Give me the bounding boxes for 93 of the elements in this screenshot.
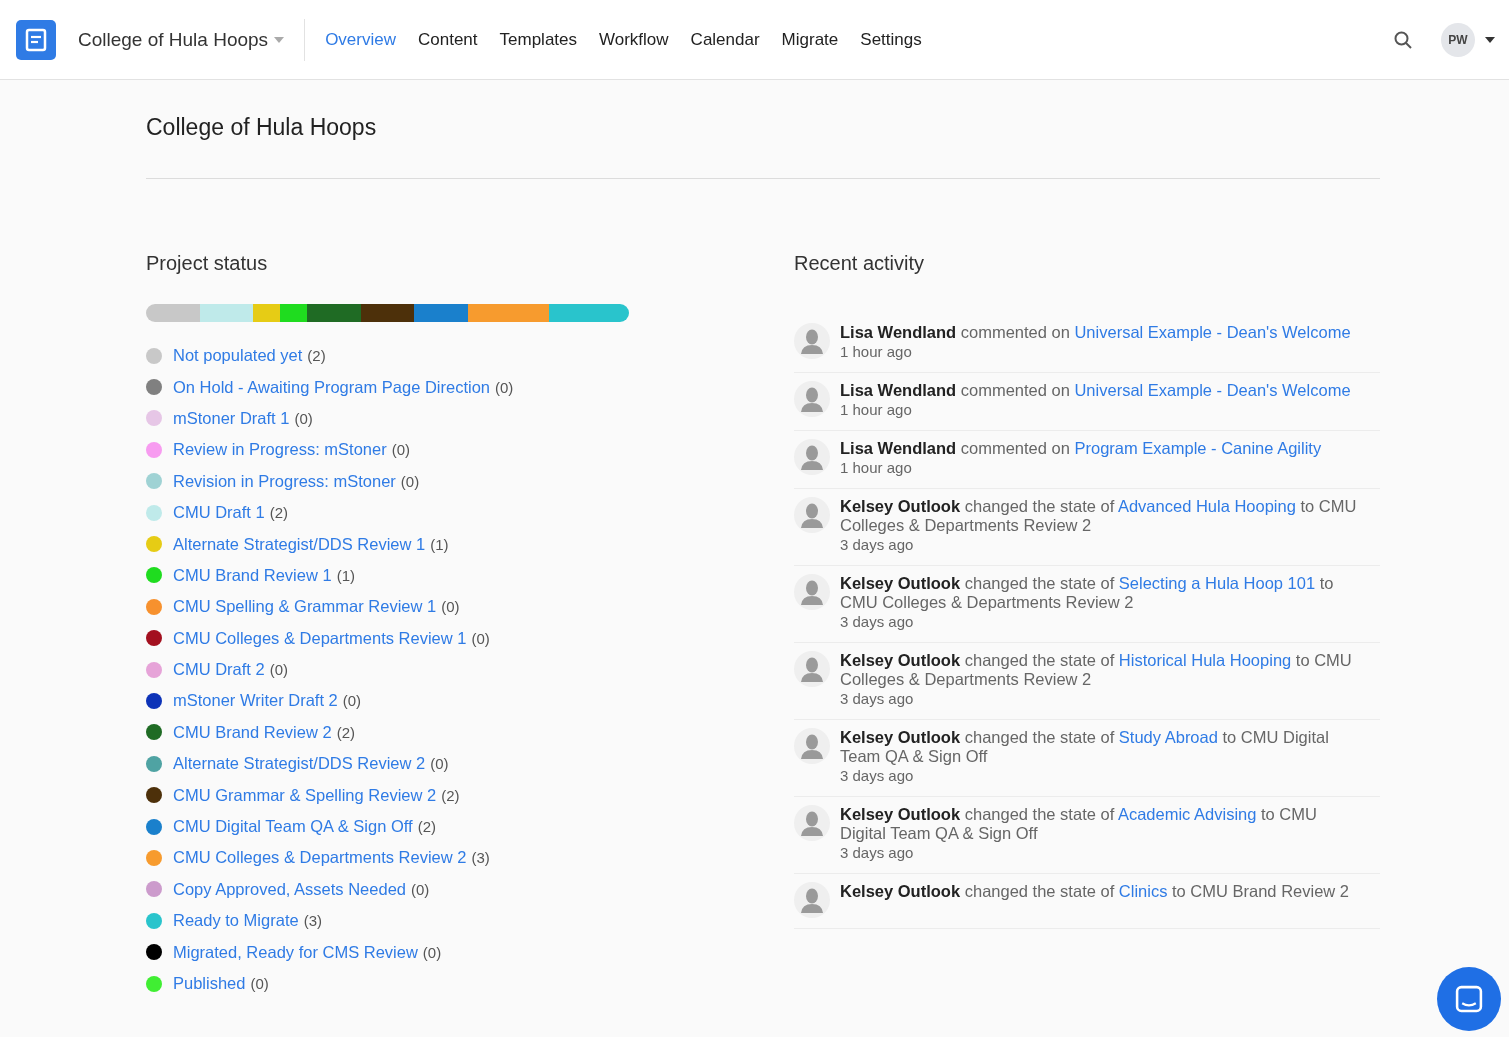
activity-text: Kelsey Outlook changed the state of Advanced Hula Hooping to CMU Colleges & Departments Review 2 [840,497,1358,535]
user-avatar-icon [794,497,830,533]
status-count: (0) [441,598,460,616]
content-link[interactable]: Advanced Hula Hooping [1117,497,1296,515]
status-link[interactable]: CMU Brand Review 1 [173,565,332,585]
app-logo-icon[interactable] [16,19,56,60]
status-count: (0) [411,880,430,898]
activity-text: Kelsey Outlook changed the state of Clinics to CMU Brand Review 2 [840,882,1350,901]
status-link[interactable]: mStoner Draft 1 [173,408,290,428]
status-count: (0) [250,975,269,992]
activity-text: Lisa Wendland commented on Universal Example - Dean's Welcome [840,323,1352,342]
status-link[interactable]: CMU Grammar & Spelling Review 2 [173,785,437,805]
status-link[interactable]: mStoner Writer Draft 2 [173,691,338,711]
site-switcher[interactable]: College of Hula Hoops [78,28,285,51]
status-count: (2) [417,818,436,836]
user-avatar-icon [794,439,830,475]
status-count: (3) [471,849,490,867]
content-link[interactable]: Historical Hula Hooping [1118,651,1292,669]
section-title: Recent activity [794,251,926,276]
nav-tab[interactable]: Content [418,29,478,50]
section-title: Project status [146,251,269,276]
activity-time: 3 days ago [840,535,915,555]
status-link[interactable]: Copy Approved, Assets Needed [173,879,406,899]
status-count: (1) [336,566,355,584]
status-link[interactable]: Not populated yet [173,346,303,366]
content-link[interactable]: Universal Example - Dean's Welcome [1074,381,1351,399]
status-link[interactable]: On Hold - Awaiting Program Page Direction [173,377,490,397]
activity-text: Kelsey Outlook changed the state of Study Abroad to CMU Digital Team QA & Sign Off [840,728,1330,766]
status-link[interactable]: CMU Digital Team QA & Sign Off [173,817,413,837]
status-count: (2) [441,786,460,804]
status-count: (0) [495,378,514,396]
activity-text: Kelsey Outlook changed the state of Selecting a Hula Hoop 101 to CMU Colleges & Departments Review 2 [840,574,1335,612]
status-link[interactable]: Published [173,974,246,993]
search-icon[interactable] [1393,29,1413,50]
activity-text: Lisa Wendland commented on Program Example - Canine Agility [840,439,1323,458]
user-avatar[interactable]: PW [1441,22,1475,57]
status-count: (0) [294,409,313,427]
content-link[interactable]: Clinics [1118,882,1168,900]
user-avatar-icon [794,728,830,764]
activity-time: 3 days ago [840,766,915,786]
content-link[interactable]: Academic Advising [1117,805,1257,823]
content-link[interactable]: Selecting a Hula Hoop 101 [1118,574,1316,592]
activity-time: 1 hour ago [840,400,913,420]
content-link[interactable]: Program Example - Canine Agility [1074,439,1322,457]
nav-tab[interactable]: Overview [325,29,396,50]
status-count: (0) [471,629,490,647]
status-count: (0) [342,692,362,710]
nav-tab[interactable]: Settings [860,29,922,50]
status-link[interactable]: CMU Draft 1 [173,503,265,523]
caret-icon[interactable] [1485,36,1495,43]
activity-text: Kelsey Outlook changed the state of Academic Advising to CMU Digital Team QA & Sign Off [840,805,1318,843]
nav-tab[interactable]: Workflow [599,29,669,50]
status-count: (0) [269,661,289,679]
user-avatar-icon [794,381,830,417]
nav-tab[interactable]: Templates [499,29,577,50]
user-avatar-icon [794,882,830,918]
nav-tab[interactable]: Calendar [690,29,760,50]
user-avatar-icon [794,323,830,359]
status-link[interactable]: Alternate Strategist/DDS Review 2 [173,754,426,774]
nav-tab[interactable]: Migrate [781,29,839,50]
status-link[interactable]: CMU Colleges & Departments Review 2 [173,848,467,868]
status-link[interactable]: Review in Progress: mStoner [173,440,387,460]
page-title: College of Hula Hoops [146,113,378,142]
status-link[interactable]: Ready to Migrate [173,911,299,931]
activity-time: 3 days ago [840,612,915,632]
activity-time: 1 hour ago [840,342,913,362]
user-avatar-icon [794,574,830,610]
activity-time: 1 hour ago [840,458,913,478]
status-count: (2) [336,723,355,741]
status-link[interactable]: Migrated, Ready for CMS Review [173,942,418,962]
status-link[interactable]: CMU Spelling & Grammar Review 1 [173,597,437,617]
content-link[interactable]: Study Abroad [1118,728,1218,746]
status-link[interactable]: CMU Draft 2 [173,660,265,680]
activity-text: Lisa Wendland commented on Universal Example - Dean's Welcome [840,381,1352,400]
status-count: (0) [391,441,410,459]
activity-time: 3 days ago [840,843,915,863]
status-count: (0) [422,943,442,961]
status-count: (2) [269,504,289,522]
content-link[interactable]: Universal Example - Dean's Welcome [1074,323,1351,341]
user-avatar-icon [794,651,830,687]
caret-icon [274,36,285,43]
activity-time: 3 days ago [840,689,915,709]
status-count: (1) [430,535,449,553]
status-count: (3) [303,912,322,930]
status-count: (0) [430,755,449,773]
status-link[interactable]: CMU Brand Review 2 [173,722,332,742]
status-count: (2) [307,347,326,365]
status-link[interactable]: Revision in Progress: mStoner [173,471,396,491]
status-link[interactable]: Alternate Strategist/DDS Review 1 [173,534,426,554]
activity-text: Kelsey Outlook changed the state of Historical Hula Hooping to CMU Colleges & Departments Review 2 [840,651,1353,689]
status-link[interactable]: CMU Colleges & Departments Review 1 [173,628,467,648]
status-count: (0) [400,472,420,490]
user-avatar-icon [794,805,830,841]
